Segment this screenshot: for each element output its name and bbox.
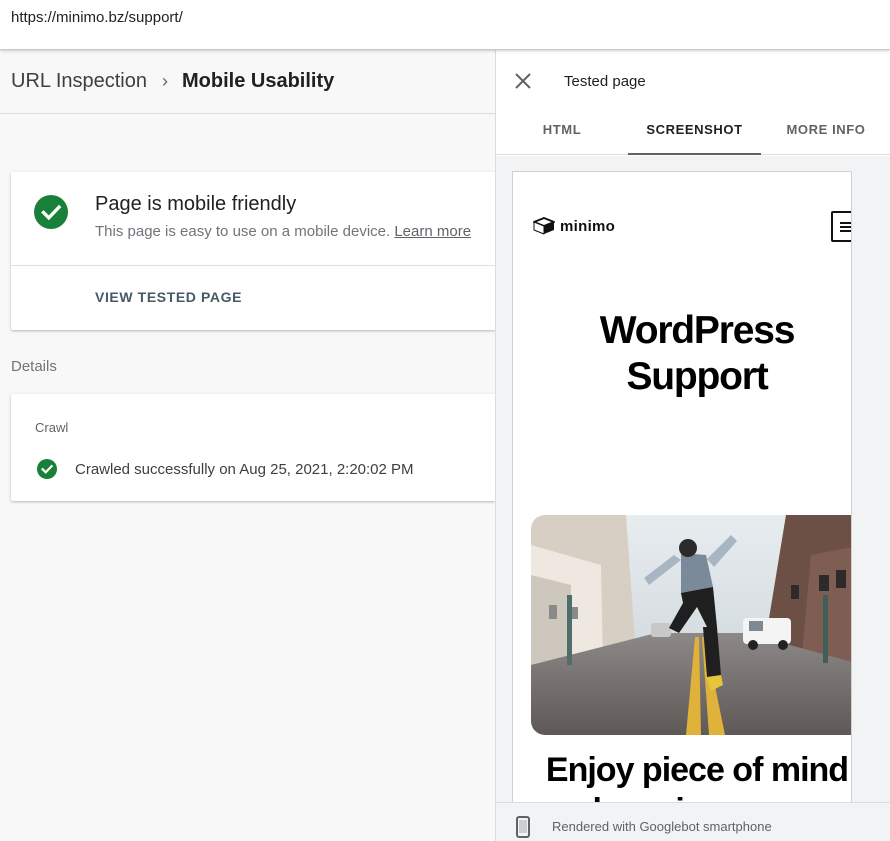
breadcrumb: URL Inspection › Mobile Usability (11, 70, 334, 93)
verdict-description-text: This page is easy to use on a mobile dev… (95, 223, 391, 240)
view-tested-page-button[interactable]: VIEW TESTED PAGE (95, 289, 242, 305)
site-heading-line-2: Support (626, 355, 768, 398)
tested-page-panel: Tested page HTML SCREENSHOT MORE INFO mi… (495, 50, 890, 841)
logo-text: minimo (560, 217, 616, 235)
crawl-label: Crawl (35, 420, 69, 435)
rendered-page-screenshot: minimo WordPress Support Enjoy piece of … (512, 171, 852, 802)
verdict-description: This page is easy to use on a mobile dev… (95, 223, 471, 240)
panel-title: Tested page (564, 73, 646, 90)
details-heading: Details (11, 358, 57, 375)
panel-footer: Rendered with Googlebot smartphone (496, 802, 890, 841)
site-heading-line-1: WordPress (599, 309, 796, 352)
tab-screenshot[interactable]: SCREENSHOT (628, 108, 761, 155)
verdict-title: Page is mobile friendly (95, 193, 297, 215)
panel-header: Tested page (496, 50, 890, 108)
card-divider (11, 265, 495, 266)
chevron-right-icon: › (162, 71, 168, 91)
site-subheading: Enjoy piece of mind knowing your (513, 750, 851, 802)
check-circle-icon (37, 459, 57, 479)
tab-more-info[interactable]: MORE INFO (761, 108, 890, 155)
site-subheading-line-1: Enjoy piece of mind (545, 751, 849, 789)
site-logo: minimo (532, 216, 615, 236)
learn-more-link[interactable]: Learn more (394, 223, 471, 240)
check-circle-icon (34, 195, 68, 229)
close-icon[interactable] (514, 72, 532, 90)
smartphone-icon (516, 816, 530, 838)
logo-mark-icon (533, 217, 555, 235)
site-heading: WordPress Support (513, 308, 851, 400)
main-content: URL Inspection › Mobile Usability Page i… (0, 50, 495, 841)
breadcrumb-url-inspection[interactable]: URL Inspection (11, 70, 147, 93)
address-url[interactable]: https://minimo.bz/support/ (11, 9, 183, 26)
screenshot-viewport[interactable]: minimo WordPress Support Enjoy piece of … (496, 156, 890, 802)
site-subheading-line-2: knowing your (513, 791, 851, 802)
hamburger-icon (831, 211, 851, 242)
header-divider (0, 113, 495, 114)
tab-html[interactable]: HTML (496, 108, 628, 155)
mobile-friendly-card: Page is mobile friendly This page is eas… (11, 172, 495, 330)
address-bar[interactable]: https://minimo.bz/support/ (0, 0, 890, 50)
crawl-card: Crawl Crawled successfully on Aug 25, 20… (11, 394, 495, 501)
crawl-status: Crawled successfully on Aug 25, 2021, 2:… (75, 461, 414, 478)
hero-photo (531, 515, 851, 735)
panel-tabs: HTML SCREENSHOT MORE INFO (496, 108, 890, 155)
render-info: Rendered with Googlebot smartphone (552, 819, 772, 834)
page-title: Mobile Usability (182, 70, 335, 92)
